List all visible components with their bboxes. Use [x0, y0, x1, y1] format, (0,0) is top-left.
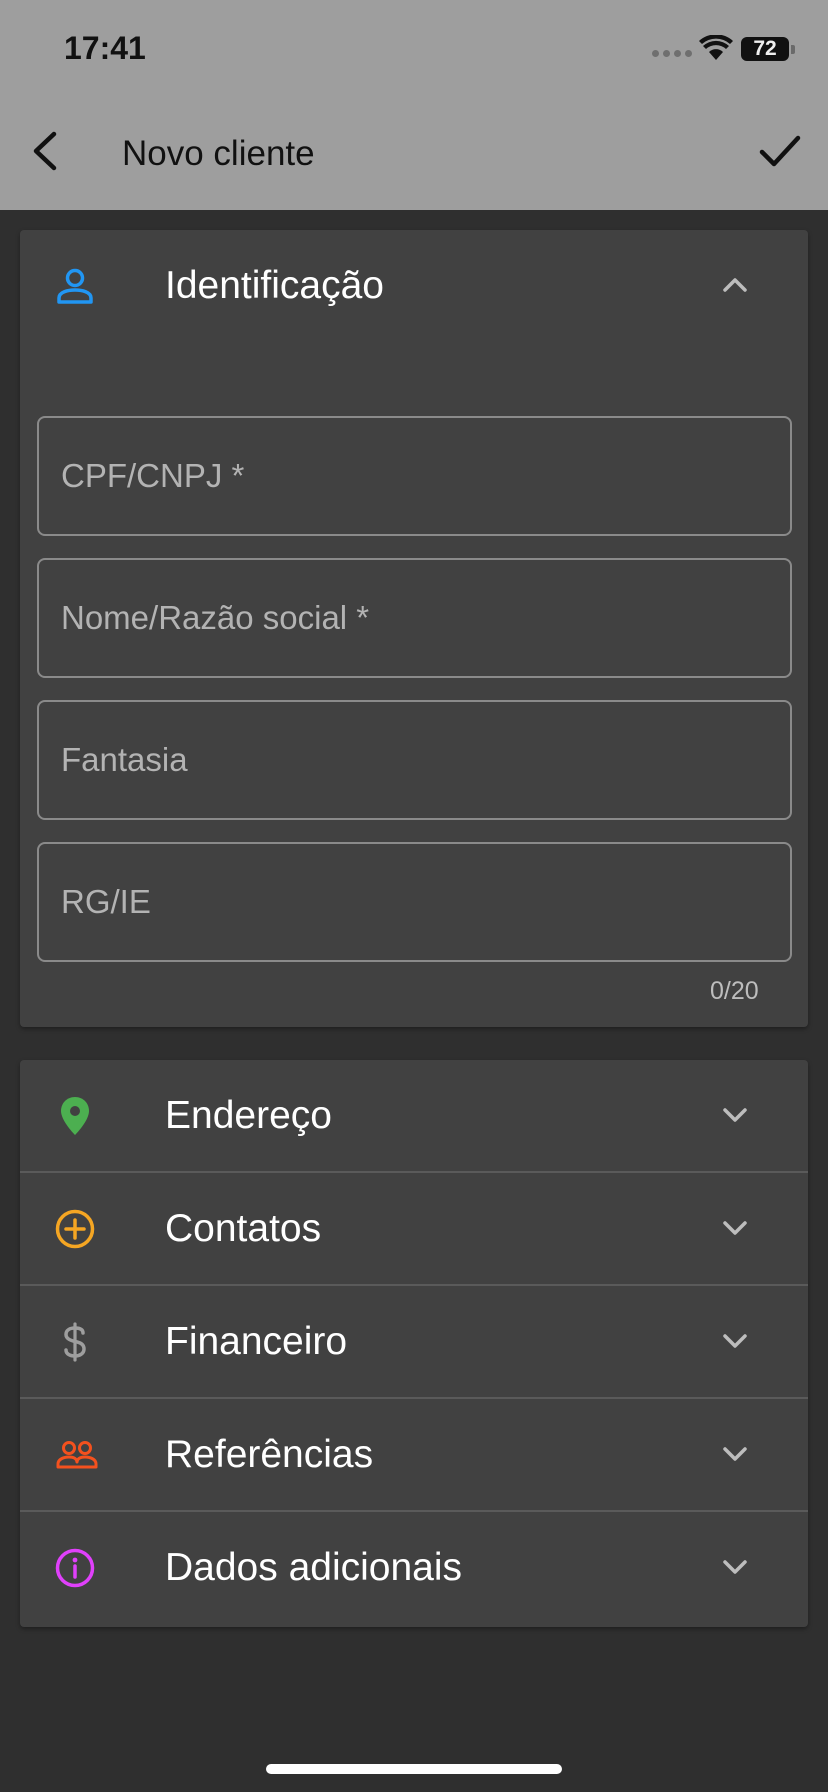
cellular-signal-icon: [652, 50, 692, 57]
people-icon: [56, 1441, 98, 1469]
rg-ie-character-counter: 0/20: [710, 977, 759, 1005]
app-bar: 17:41 72 Novo cliente: [0, 0, 828, 210]
chevron-down-icon[interactable]: [720, 1439, 750, 1469]
wifi-icon: [699, 35, 733, 60]
chevron-up-icon[interactable]: [720, 270, 750, 300]
section-header-dados-adicionais[interactable]: Dados adicionais: [20, 1512, 808, 1622]
add-circle-icon: [55, 1209, 95, 1249]
section-label: Contatos: [165, 1207, 322, 1250]
location-pin-icon: [61, 1097, 89, 1135]
section-label: Referências: [165, 1433, 374, 1476]
section-header-financeiro[interactable]: Financeiro: [20, 1286, 808, 1396]
section-header-referencias[interactable]: Referências: [20, 1399, 808, 1509]
confirm-check-button[interactable]: [756, 130, 804, 172]
section-label: Identificação: [165, 264, 384, 307]
new-client-screen: 17:41 72 Novo cliente Identificação CPF/…: [0, 0, 828, 1792]
fantasia-field[interactable]: [37, 700, 792, 820]
back-button[interactable]: [22, 126, 68, 176]
section-header-identificacao[interactable]: Identificação: [20, 230, 808, 340]
section-header-endereco[interactable]: Endereço: [20, 1060, 808, 1170]
info-icon: [55, 1548, 95, 1588]
chevron-down-icon[interactable]: [720, 1552, 750, 1582]
section-identificacao: Identificação 0/20: [20, 230, 808, 1027]
chevron-down-icon[interactable]: [720, 1213, 750, 1243]
home-indicator[interactable]: [266, 1764, 562, 1774]
battery-icon: 72: [741, 37, 795, 61]
fantasia-input[interactable]: [39, 702, 790, 818]
collapsed-sections-card: Endereço Contatos Financeiro Referências…: [20, 1060, 808, 1627]
cpf-cnpj-field[interactable]: [37, 416, 792, 536]
chevron-down-icon[interactable]: [720, 1326, 750, 1356]
nome-razao-social-input[interactable]: [39, 560, 790, 676]
status-time: 17:41: [64, 30, 146, 66]
dollar-icon: [64, 1322, 86, 1362]
rg-ie-field[interactable]: [37, 842, 792, 962]
cpf-cnpj-input[interactable]: [39, 418, 790, 534]
section-label: Financeiro: [165, 1320, 348, 1363]
chevron-down-icon[interactable]: [720, 1100, 750, 1130]
section-label: Endereço: [165, 1094, 332, 1137]
page-title: Novo cliente: [122, 134, 315, 173]
section-header-contatos[interactable]: Contatos: [20, 1173, 808, 1283]
person-icon: [57, 268, 93, 304]
rg-ie-input[interactable]: [39, 844, 790, 960]
section-label: Dados adicionais: [165, 1546, 463, 1589]
nome-razao-social-field[interactable]: [37, 558, 792, 678]
